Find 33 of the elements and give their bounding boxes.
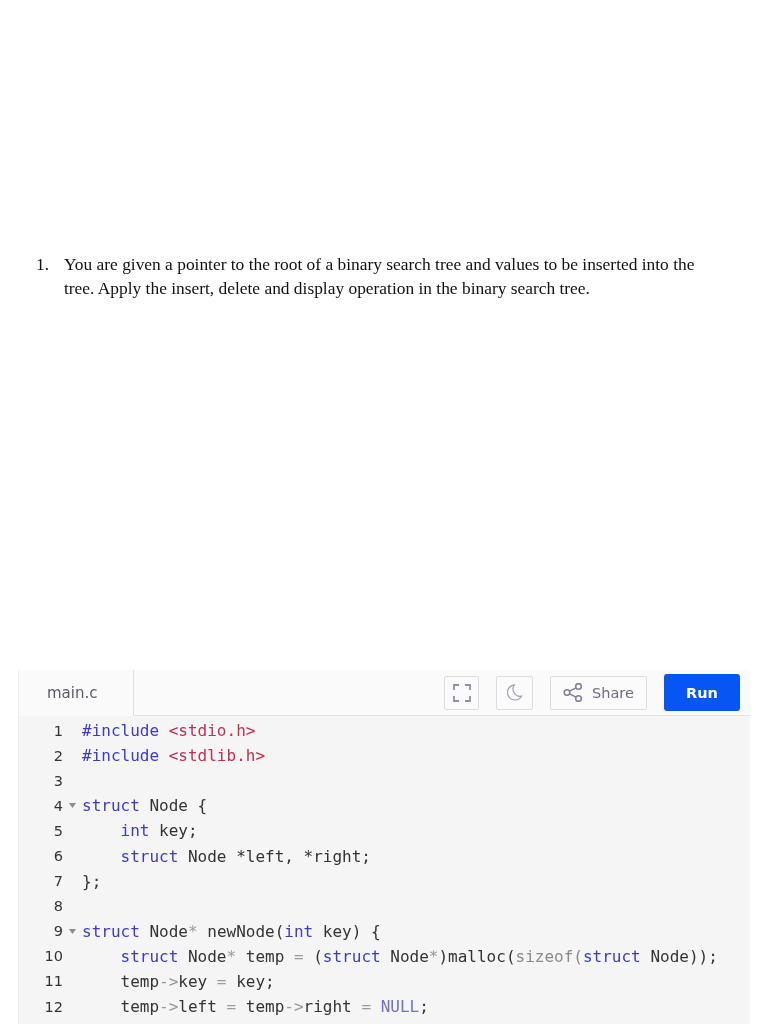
line-number: 10 bbox=[43, 948, 63, 965]
share-icon bbox=[563, 683, 584, 702]
fullscreen-button[interactable] bbox=[444, 675, 479, 710]
share-button[interactable]: Share bbox=[550, 675, 647, 710]
code-line: #include <stdio.h> bbox=[82, 721, 256, 741]
code-line: }; bbox=[82, 871, 102, 891]
run-button[interactable]: Run bbox=[664, 674, 740, 711]
code-line: int key; bbox=[119, 821, 198, 841]
theme-button[interactable] bbox=[496, 675, 533, 710]
moon-icon bbox=[506, 684, 523, 701]
code-line: temp->key = key; bbox=[119, 972, 275, 991]
code-line: struct Node* temp = (struct Node*)malloc(sizeof(struct Node)); bbox=[119, 946, 718, 966]
line-number: 8 bbox=[52, 898, 63, 915]
line-number: 1 bbox=[52, 722, 63, 739]
line-number: 9 bbox=[52, 923, 63, 940]
line-number: 3 bbox=[52, 772, 63, 789]
question-text: You are given a pointer to the root of a binary search tree and values to be inserted into the tree. Apply the insert, delete and display operation in the binary search tree. bbox=[64, 253, 696, 300]
code-line: #include <stdlib.h> bbox=[82, 746, 266, 766]
code-line: temp->left = temp->right = NULL; bbox=[119, 997, 429, 1017]
question-number: 1. bbox=[36, 253, 51, 276]
line-number: 11 bbox=[43, 973, 63, 990]
fullscreen-icon bbox=[452, 683, 471, 702]
code-line: struct Node { bbox=[82, 796, 208, 816]
line-number: 6 bbox=[52, 848, 63, 864]
line-number: 2 bbox=[52, 747, 63, 764]
line-number: 5 bbox=[52, 822, 63, 839]
line-number: 7 bbox=[52, 873, 63, 890]
code-line: struct Node* newNode(int key) { bbox=[82, 921, 381, 941]
caret-icon[interactable] bbox=[69, 928, 76, 934]
code-line: struct Node *left, *right; bbox=[119, 846, 371, 866]
line-number: 12 bbox=[43, 998, 63, 1015]
line-number: 4 bbox=[52, 797, 63, 814]
caret-icon[interactable] bbox=[69, 803, 76, 809]
